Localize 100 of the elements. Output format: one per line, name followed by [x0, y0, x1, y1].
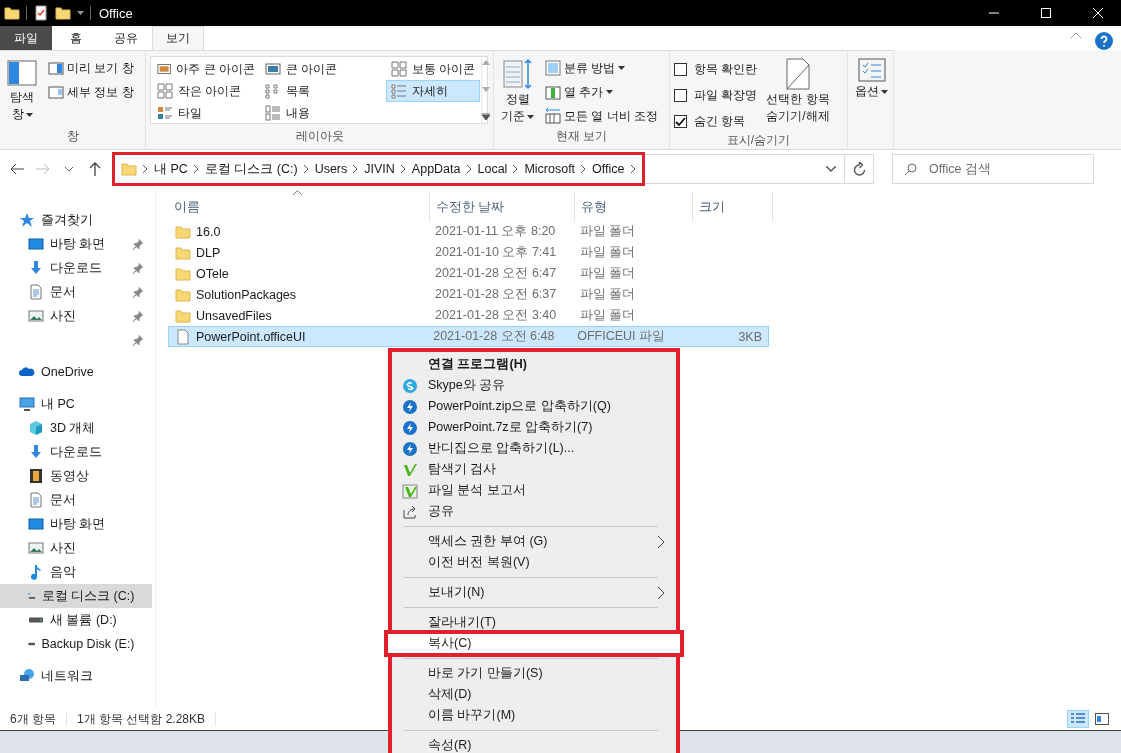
menu-item[interactable]: 액세스 권한 부여 (G) — [392, 531, 676, 552]
sidebar-item[interactable]: 새 볼륨 (D:) — [0, 608, 152, 632]
sidebar-item[interactable]: OneDrive — [0, 360, 152, 384]
breadcrumb[interactable]: 로컬 디스크 (C:) — [204, 160, 298, 178]
menu-item[interactable]: 탐색기 검사 — [392, 459, 676, 480]
pin-icon[interactable] — [132, 238, 144, 250]
chevron-icon[interactable] — [513, 165, 519, 173]
sidebar-item[interactable]: 문서 — [0, 488, 152, 512]
maximize-icon — [1041, 8, 1051, 18]
ribbon-button[interactable]: 탐색 창 — [4, 56, 40, 124]
file-row[interactable]: SolutionPackages 2021-01-28 오전 6:37 파일 폴더 — [168, 284, 769, 305]
sidebar-item[interactable]: 바탕 화면 — [0, 512, 152, 536]
menu-item[interactable]: 보내기(N) — [392, 582, 676, 603]
menu-item[interactable]: 파일 분석 보고서 — [392, 480, 676, 501]
collapse-ribbon-icon[interactable] — [1071, 32, 1081, 38]
sidebar-item[interactable]: 바탕 화면 — [0, 232, 152, 256]
zip-icon — [402, 398, 418, 415]
column-header[interactable]: 이름 — [168, 192, 430, 222]
column-header[interactable]: 수정한 날짜 — [430, 192, 575, 222]
sidebar-item[interactable]: 다운로드 — [0, 256, 152, 280]
pin-icon[interactable] — [132, 262, 144, 274]
menu-item[interactable]: 연결 프로그램(H) — [392, 354, 676, 375]
chevron-icon[interactable] — [303, 165, 309, 173]
menu-item[interactable]: 이전 버전 복원(V) — [392, 552, 676, 573]
pin-icon[interactable] — [132, 286, 144, 298]
help-icon[interactable] — [1095, 32, 1113, 50]
checkbox[interactable] — [674, 114, 687, 128]
file-row[interactable]: OTele 2021-01-28 오전 6:47 파일 폴더 — [168, 263, 769, 284]
monitor-icon — [28, 516, 44, 532]
sidebar-item[interactable]: 네트워크 — [0, 664, 152, 688]
ribbon-tab[interactable]: 파일 — [0, 26, 52, 50]
expand-icon[interactable] — [482, 113, 491, 120]
file-row[interactable]: 16.0 2021-01-11 오후 8:20 파일 폴더 — [168, 221, 769, 242]
breadcrumb[interactable]: Microsoft — [524, 162, 576, 176]
layout-option[interactable]: 작은 아이콘 — [152, 80, 260, 102]
breadcrumb[interactable]: 내 PC — [154, 160, 188, 178]
ribbon-tab[interactable]: 보기 — [152, 26, 204, 50]
breadcrumb[interactable]: Local — [477, 162, 508, 176]
sidebar-item[interactable]: 음악 — [0, 560, 152, 584]
file-row[interactable]: DLP 2021-01-10 오후 7:41 파일 폴더 — [168, 242, 769, 263]
ribbon-button[interactable]: 선택한 항목 숨기기/해제 — [763, 56, 833, 126]
breadcrumb[interactable]: JIVIN — [364, 162, 395, 176]
ribbon-button[interactable]: 세부 정보 창 — [46, 82, 136, 102]
breadcrumb[interactable]: Users — [314, 162, 348, 176]
breadcrumb[interactable]: Office — [592, 162, 625, 176]
menu-item[interactable]: 바로 가기 만들기(S) — [392, 663, 676, 684]
sidebar-item[interactable]: 동영상 — [0, 464, 152, 488]
type-cell-text: 파일 폴더 — [579, 223, 637, 240]
ribbon-button[interactable]: 분류 방법 — [543, 58, 660, 78]
menu-item[interactable]: PowerPoint.7z로 압축하기(7) — [392, 417, 676, 438]
menu-item[interactable]: 복사(C) — [387, 633, 681, 654]
search-field[interactable]: Office 검색 — [892, 154, 1094, 184]
download-icon — [28, 260, 44, 276]
ribbon-button[interactable]: 모든 열 너비 조정 — [543, 106, 660, 126]
layout-option[interactable]: 큰 아이콘 — [260, 58, 386, 80]
chevron-icon[interactable] — [630, 165, 636, 173]
sidebar-item[interactable]: 문서 — [0, 280, 152, 304]
column-header[interactable]: 유형 — [575, 192, 693, 222]
ribbon-button[interactable]: 정렬 기준 — [498, 56, 537, 126]
chevron-icon[interactable] — [466, 165, 472, 173]
chevron-icon[interactable] — [353, 165, 359, 173]
file-row[interactable]: UnsavedFiles 2021-01-28 오전 3:40 파일 폴더 — [168, 305, 769, 326]
sidebar-item[interactable]: 사진 — [0, 304, 152, 328]
sidebar-item[interactable]: 로컬 디스크 (C:) — [0, 584, 152, 608]
breadcrumb[interactable]: AppData — [411, 162, 461, 176]
sidebar-item[interactable]: 다운로드 — [0, 440, 152, 464]
menu-item[interactable]: 공유 — [392, 501, 676, 522]
checkbox[interactable] — [674, 88, 687, 102]
menu-item[interactable]: PowerPoint.zip으로 압축하기(Q) — [392, 396, 676, 417]
layout-option[interactable]: 아주 큰 아이콘 — [152, 58, 260, 80]
sidebar-item[interactable]: Backup Disk (E:) — [0, 632, 152, 656]
layout-option[interactable]: 내용 — [260, 102, 386, 124]
chevron-icon[interactable] — [193, 165, 199, 173]
sidebar-item[interactable]: 내 PC — [0, 392, 152, 416]
chevron-icon[interactable] — [143, 165, 148, 173]
checkbox[interactable] — [674, 62, 687, 76]
layout-option[interactable]: 타일 — [152, 102, 260, 124]
sidebar-item[interactable]: 즐겨찾기 — [0, 208, 152, 232]
pin-icon[interactable] — [132, 310, 144, 322]
menu-item[interactable]: 삭제(D) — [392, 684, 676, 705]
chevron-icon[interactable] — [581, 165, 587, 173]
sidebar-item[interactable]: 3D 개체 — [0, 416, 152, 440]
menu-item[interactable]: 반디집으로 압축하기(L)... — [392, 438, 676, 459]
menu-item[interactable]: Skype와 공유 — [392, 375, 676, 396]
menu-item[interactable]: 속성(R) — [392, 735, 676, 753]
layout-option[interactable]: 목록 — [260, 80, 386, 102]
type-cell-text: 파일 폴더 — [579, 307, 637, 324]
ribbon-button[interactable]: 옵션 — [852, 56, 891, 101]
ribbon-button[interactable]: 열 추가 — [543, 82, 660, 102]
menu-item[interactable]: 이름 바꾸기(M) — [392, 705, 676, 726]
file-row[interactable]: PowerPoint.officeUI 2021-01-28 오전 6:48 OFFICEUI 파일 3KB — [168, 326, 769, 347]
ribbon-button[interactable]: 미리 보기 창 — [46, 58, 136, 78]
pin-icon[interactable] — [132, 334, 144, 346]
layout-option[interactable]: 자세히 — [386, 80, 481, 102]
selection-info: 1개 항목 선택함 2.28KB — [77, 710, 206, 728]
column-header[interactable]: 크기 — [693, 192, 773, 222]
chevron-icon[interactable] — [400, 165, 406, 173]
menu-item[interactable]: 잘라내기(T) — [392, 612, 676, 633]
sidebar-item[interactable]: 사진 — [0, 536, 152, 560]
layout-option[interactable]: 보통 아이콘 — [386, 58, 481, 80]
